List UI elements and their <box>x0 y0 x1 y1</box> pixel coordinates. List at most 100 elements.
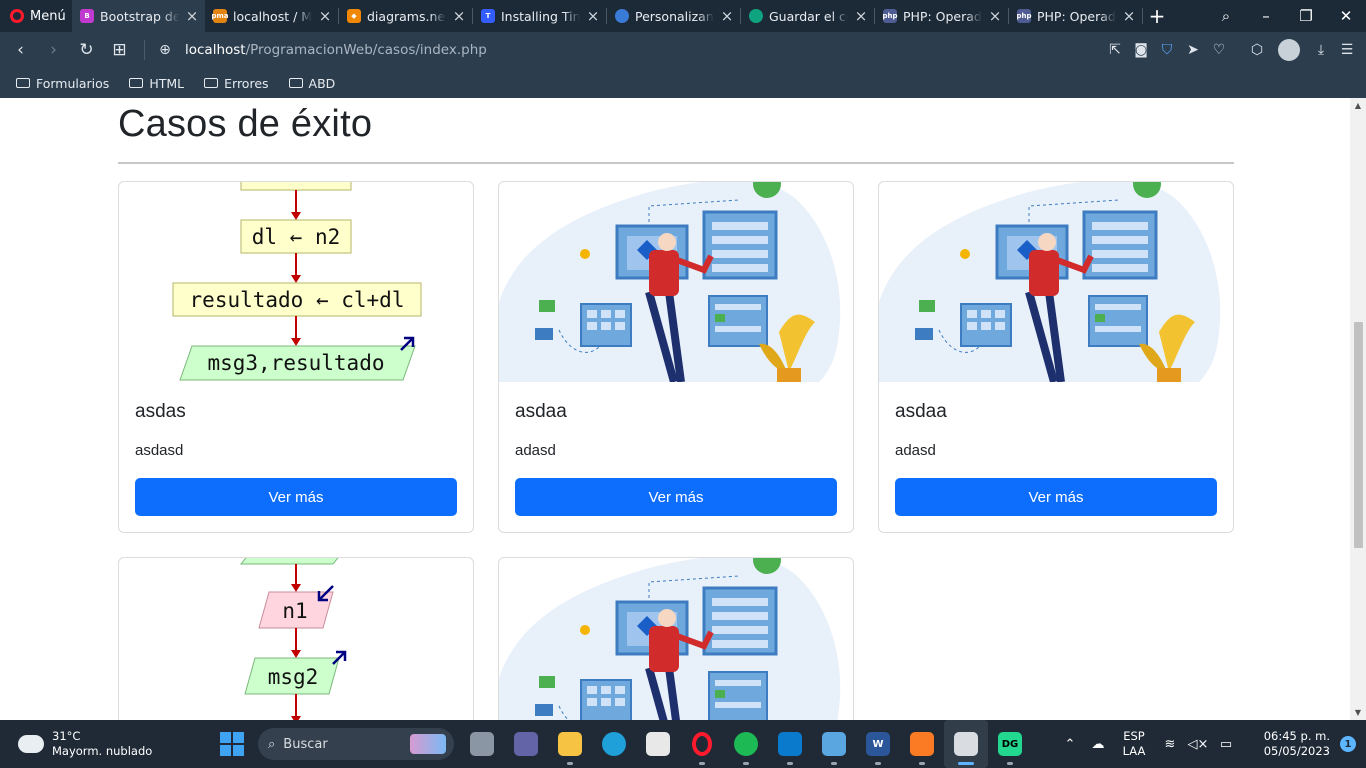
card-title: asdas <box>135 401 186 422</box>
bookmark-abd[interactable]: ABD <box>288 76 335 91</box>
spotify-icon <box>734 732 758 756</box>
close-icon[interactable]: × <box>185 7 199 25</box>
language-indicator[interactable]: ESP LAA <box>1112 729 1156 759</box>
tab-bootstrap[interactable]: B Bootstrap dem × <box>72 0 205 32</box>
windows-logo-icon <box>233 732 244 743</box>
card-image-flowchart: n1 msg2 <box>119 558 473 720</box>
tab-chatgpt[interactable]: Guardar el cont × <box>741 0 874 32</box>
clock[interactable]: 06:45 p. m. 05/05/2023 <box>1254 729 1330 759</box>
tab-personalizando[interactable]: Personalizando × <box>607 0 740 32</box>
tab-tinymce[interactable]: T Installing TinyM × <box>473 0 606 32</box>
start-button[interactable] <box>220 732 244 756</box>
easy-setup-icon[interactable]: ☰ <box>1334 42 1360 58</box>
tab-diagrams[interactable]: ◆ diagrams.net × <box>339 0 472 32</box>
globe-icon[interactable]: ⊕ <box>153 42 177 58</box>
send-icon[interactable]: ➤ <box>1180 42 1206 58</box>
bookmark-html[interactable]: HTML <box>129 76 184 91</box>
scroll-down-arrow-icon[interactable]: ▼ <box>1353 708 1363 717</box>
close-icon[interactable]: × <box>452 7 466 25</box>
close-icon[interactable]: × <box>1122 7 1136 25</box>
xampp-app[interactable] <box>900 720 944 768</box>
bookmark-label: HTML <box>149 75 185 91</box>
window-controls: ⌕ – ❐ ✕ <box>1206 0 1366 32</box>
share-icon[interactable]: ⇱ <box>1102 42 1128 58</box>
word-app[interactable]: W <box>856 720 900 768</box>
store-app[interactable] <box>636 720 680 768</box>
maximize-button[interactable]: ❐ <box>1286 7 1326 25</box>
tab-phpmyadmin[interactable]: pma localhost / My × <box>205 0 338 32</box>
close-window-button[interactable]: ✕ <box>1326 7 1366 25</box>
scrollbar-thumb[interactable] <box>1354 322 1363 548</box>
file-explorer-app[interactable] <box>548 720 592 768</box>
ver-mas-button[interactable]: Ver más <box>515 478 837 516</box>
folder-icon <box>16 78 30 88</box>
windows-logo-icon <box>233 745 244 756</box>
card-title: asdaa <box>895 401 947 422</box>
forward-button[interactable]: › <box>37 40 70 60</box>
notification-badge[interactable]: 1 <box>1340 736 1356 752</box>
shield-icon[interactable]: ⛉ <box>1154 42 1180 58</box>
ver-mas-button[interactable]: Ver más <box>135 478 457 516</box>
profile-avatar[interactable] <box>1278 39 1300 61</box>
opera-logo-icon <box>10 9 24 23</box>
wifi-icon[interactable]: ≋ <box>1156 737 1184 752</box>
onedrive-icon[interactable]: ☁ <box>1084 737 1112 752</box>
notepad-icon <box>822 732 846 756</box>
minimize-button[interactable]: – <box>1246 7 1286 25</box>
heart-icon[interactable]: ♡ <box>1206 42 1232 58</box>
back-button[interactable]: ‹ <box>4 40 37 60</box>
weather-widget[interactable]: 31°C Mayorm. nublado <box>0 729 210 759</box>
speed-dial-icon[interactable]: ⊞ <box>103 40 136 60</box>
address-bar: ‹ › ↻ ⊞ ⊕ localhost/ProgramacionWeb/caso… <box>0 32 1366 68</box>
keyboard-layout: LAA <box>1122 744 1146 758</box>
flowchart-image: n1 msg2 <box>239 558 347 720</box>
opera-app[interactable] <box>680 720 724 768</box>
tab-label: Guardar el cont <box>769 8 848 24</box>
taskbar-search[interactable]: ⌕ Buscar <box>258 728 454 760</box>
tab-label: localhost / My <box>233 8 312 24</box>
url-host: localhost <box>185 42 246 58</box>
url-field[interactable]: localhost/ProgramacionWeb/casos/index.ph… <box>185 42 487 58</box>
close-icon[interactable]: × <box>854 7 868 25</box>
cube-icon[interactable]: ⬡ <box>1244 42 1270 58</box>
search-icon: ⌕ <box>268 736 276 752</box>
reload-button[interactable]: ↻ <box>70 40 103 60</box>
ver-mas-button[interactable]: Ver más <box>895 478 1217 516</box>
bookmark-label: Formularios <box>36 75 110 91</box>
language-code: ESP <box>1123 729 1145 743</box>
case-card: asdaa adasd Ver más <box>498 181 854 533</box>
card-image-illustration <box>879 182 1233 382</box>
spotify-app[interactable] <box>724 720 768 768</box>
scroll-up-arrow-icon[interactable]: ▲ <box>1353 101 1363 110</box>
bookmark-formularios[interactable]: Formularios <box>16 76 109 91</box>
camera-icon[interactable]: ◙ <box>1128 42 1154 58</box>
chevron-up-icon[interactable]: ⌃ <box>1056 737 1084 752</box>
download-icon[interactable]: ⤓ <box>1308 42 1334 58</box>
close-icon[interactable]: × <box>988 7 1002 25</box>
case-card: dl ← n2 resultado ← cl+dl msg3,resultado… <box>118 181 474 533</box>
teams-chat-app[interactable] <box>504 720 548 768</box>
task-view-app[interactable] <box>460 720 504 768</box>
flow-box-2: resultado ← cl+dl <box>190 288 405 312</box>
opera-menu-button[interactable]: Menú <box>0 0 72 32</box>
tab-php-operador-2[interactable]: php PHP: Operador × <box>1009 0 1142 32</box>
close-icon[interactable]: × <box>318 7 332 25</box>
notepad-app[interactable] <box>812 720 856 768</box>
tab-search-icon[interactable]: ⌕ <box>1206 7 1246 25</box>
snipping-tool-app[interactable] <box>944 720 988 768</box>
bookmark-errores[interactable]: Errores <box>204 76 269 91</box>
card-text: adasd <box>515 442 556 459</box>
tab-label: PHP: Operador <box>903 8 982 24</box>
new-tab-button[interactable]: + <box>1143 0 1171 32</box>
close-icon[interactable]: × <box>720 7 734 25</box>
vscode-app[interactable] <box>768 720 812 768</box>
tab-php-operador-1[interactable]: php PHP: Operador × <box>875 0 1008 32</box>
close-icon[interactable]: × <box>586 7 600 25</box>
datagrip-app[interactable]: DG <box>988 720 1032 768</box>
edge-app[interactable] <box>592 720 636 768</box>
battery-icon[interactable]: ▭ <box>1212 737 1240 752</box>
page-scrollbar[interactable]: ▲ ▼ <box>1350 98 1366 720</box>
volume-muted-icon[interactable]: ◁× <box>1184 737 1212 752</box>
windows-logo-icon <box>220 732 231 743</box>
flow-box-1: n1 <box>282 599 307 623</box>
